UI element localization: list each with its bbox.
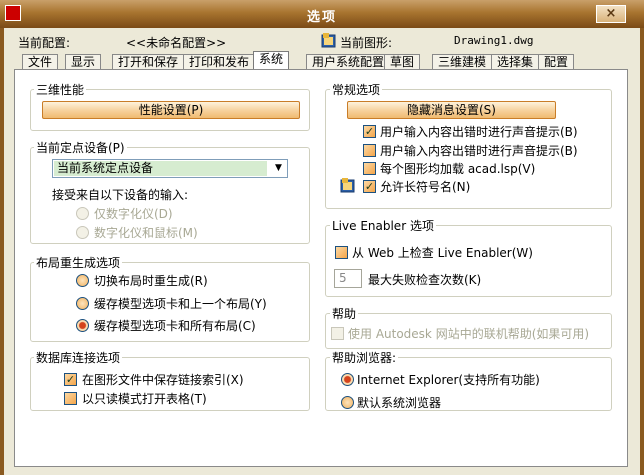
internet-explorer-radio[interactable] bbox=[341, 373, 354, 386]
load-acad-lsp-checkbox[interactable] bbox=[363, 162, 376, 175]
online-help-label: 使用 Autodesk 网站中的联机帮助(如果可用) bbox=[348, 327, 590, 341]
save-link-index-checkbox[interactable]: ✓ bbox=[64, 373, 77, 386]
cache-model-last-layout-radio[interactable] bbox=[76, 297, 89, 310]
drawing-icon bbox=[321, 32, 337, 48]
default-browser-label: 默认系统浏览器 bbox=[357, 396, 442, 410]
allow-long-symbol-names-label: 允许长符号名(N) bbox=[380, 180, 471, 194]
tab-open-save[interactable]: 打开和保存 bbox=[112, 54, 185, 69]
chevron-down-icon[interactable]: ▼ bbox=[270, 160, 287, 177]
group-help-title: 帮助 bbox=[330, 305, 359, 322]
tab-drafting[interactable]: 草图 bbox=[384, 54, 421, 69]
max-failed-checks-input[interactable]: 5 bbox=[334, 269, 362, 288]
tab-3d-modeling[interactable]: 三维建模 bbox=[432, 54, 493, 69]
drawing-icon bbox=[340, 177, 356, 193]
digitizer-only-radio[interactable] bbox=[76, 207, 89, 220]
window-title: 选项 bbox=[306, 10, 337, 25]
group-db-connectivity-title: 数据库连接选项 bbox=[34, 349, 123, 366]
group-3d-performance-title: 三维性能 bbox=[34, 81, 87, 98]
current-config-value: <<未命名配置>> bbox=[126, 36, 227, 50]
tab-selection[interactable]: 选择集 bbox=[491, 54, 540, 69]
group-general-options-title: 常规选项 bbox=[330, 81, 383, 98]
group-layout-regen-title: 布局重生成选项 bbox=[34, 254, 123, 271]
input-error-sound-label-1: 用户输入内容出错时进行声音提示(B) bbox=[380, 125, 578, 139]
hidden-messages-settings-button[interactable]: 隐藏消息设置(S) bbox=[347, 101, 556, 119]
save-link-index-label: 在图形文件中保存链接索引(X) bbox=[82, 373, 244, 387]
default-browser-radio[interactable] bbox=[341, 396, 354, 409]
performance-settings-button[interactable]: 性能设置(P) bbox=[42, 101, 300, 119]
current-drawing-value: Drawing1.dwg bbox=[454, 34, 534, 47]
cache-model-all-layouts-label: 缓存模型选项卡和所有布局(C) bbox=[94, 319, 256, 333]
input-error-sound-checkbox-1[interactable]: ✓ bbox=[363, 125, 376, 138]
tab-user-preferences[interactable]: 用户系统配置 bbox=[306, 54, 391, 69]
cache-model-all-layouts-radio[interactable] bbox=[76, 319, 89, 332]
digitizer-only-label: 仅数字化仪(D) bbox=[94, 207, 173, 221]
digitizer-and-mouse-label: 数字化仪和鼠标(M) bbox=[94, 226, 198, 240]
group-pointing-device-title: 当前定点设备(P) bbox=[34, 139, 127, 156]
tab-system[interactable]: 系统 bbox=[253, 51, 290, 70]
close-button[interactable]: × bbox=[596, 5, 626, 23]
allow-long-symbol-names-checkbox[interactable]: ✓ bbox=[363, 180, 376, 193]
online-help-checkbox[interactable] bbox=[331, 327, 344, 340]
digitizer-and-mouse-radio[interactable] bbox=[76, 226, 89, 239]
tab-plot-publish[interactable]: 打印和发布 bbox=[183, 54, 256, 69]
cache-model-last-layout-label: 缓存模型选项卡和上一个布局(Y) bbox=[94, 297, 267, 311]
group-help-browser-title: 帮助浏览器: bbox=[330, 349, 399, 366]
pointing-device-select[interactable]: 当前系统定点设备 ▼ bbox=[52, 159, 288, 178]
input-error-sound-checkbox-2[interactable] bbox=[363, 144, 376, 157]
accept-input-label: 接受来自以下设备的输入: bbox=[52, 188, 189, 202]
tab-profiles[interactable]: 配置 bbox=[538, 54, 575, 69]
input-error-sound-label-2: 用户输入内容出错时进行声音提示(B) bbox=[380, 144, 578, 158]
tab-display[interactable]: 显示 bbox=[65, 54, 102, 69]
pointing-device-select-value: 当前系统定点设备 bbox=[54, 161, 267, 176]
current-config-label: 当前配置: bbox=[18, 36, 71, 50]
regen-on-switch-radio[interactable] bbox=[76, 274, 89, 287]
open-tables-readonly-label: 以只读模式打开表格(T) bbox=[82, 392, 207, 406]
check-live-enabler-label: 从 Web 上检查 Live Enabler(W) bbox=[352, 246, 533, 260]
tab-files[interactable]: 文件 bbox=[22, 54, 59, 69]
max-failed-checks-label: 最大失败检查次数(K) bbox=[368, 273, 482, 287]
open-tables-readonly-checkbox[interactable] bbox=[64, 392, 77, 405]
group-live-enabler-title: Live Enabler 选项 bbox=[330, 217, 436, 234]
check-live-enabler-checkbox[interactable] bbox=[335, 246, 348, 259]
internet-explorer-label: Internet Explorer(支持所有功能) bbox=[357, 373, 540, 387]
load-acad-lsp-label: 每个图形均加载 acad.lsp(V) bbox=[380, 162, 536, 176]
current-drawing-label: 当前图形: bbox=[340, 36, 393, 50]
regen-on-switch-label: 切换布局时重生成(R) bbox=[94, 274, 208, 288]
